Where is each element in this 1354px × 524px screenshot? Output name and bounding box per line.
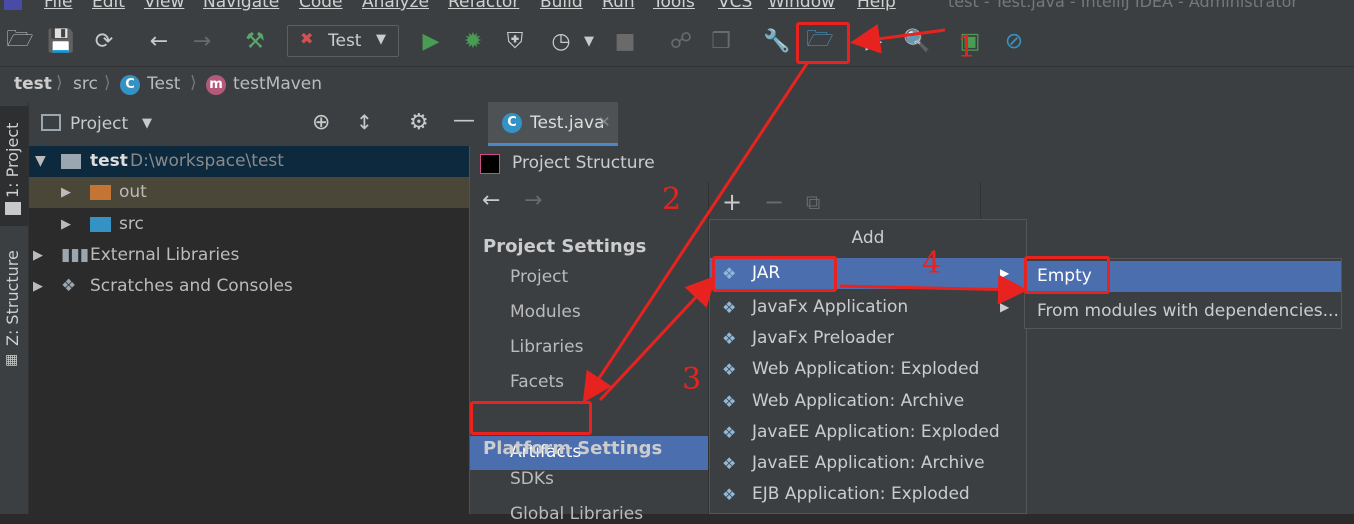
arrow-to-toolbar-icon [850, 23, 946, 54]
arrow-to-empty [839, 274, 1028, 305]
annotation-arrows [582, 23, 1028, 404]
arrow-to-artifacts [582, 61, 810, 404]
arrow-to-jar [598, 275, 717, 402]
